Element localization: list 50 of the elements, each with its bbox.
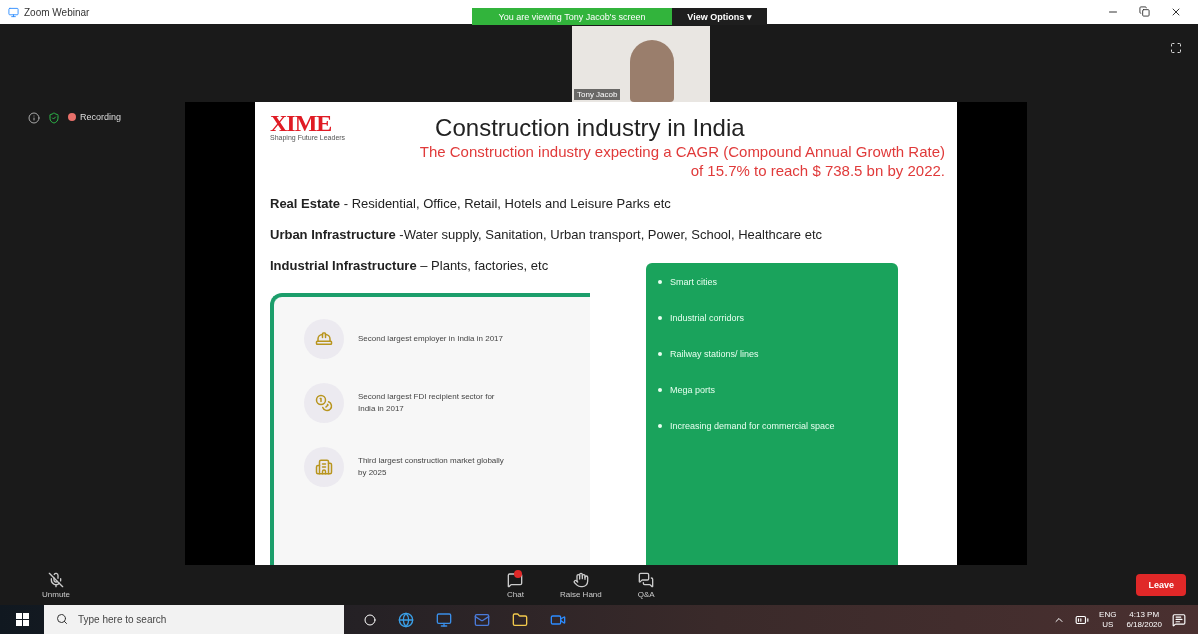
info-icon[interactable] [28,112,40,124]
close-icon[interactable] [1170,6,1182,18]
participant-name: Tony Jacob [574,89,621,100]
sector-line: Urban Infrastructure -Water supply, Sanitation, Urban transport, Power, School, Healthcare etc [270,227,824,242]
highlight-text: Third largest construction market globally by 2025 [358,455,505,479]
share-banner: You are viewing Tony Jacob's screen [472,8,672,25]
windows-logo-icon[interactable] [15,613,29,626]
hand-button[interactable]: Raise Hand [553,571,608,599]
sector-line: Industrial Infrastructure – Plants, factories, etc [270,258,550,273]
window-title: Zoom Webinar [24,6,90,18]
speech-bubble-icon [638,571,655,588]
qa-button[interactable]: Q&A [631,571,661,599]
search-icon [56,613,68,625]
highlight-text: Second largest FDI recipient sector for India in 2017 [358,391,496,415]
opportunity-item: Mega ports [658,385,838,395]
person-silhouette [630,40,674,102]
browser-icon[interactable] [398,611,414,628]
opportunity-item: Smart cities [658,277,838,287]
opportunity-item: Industrial corridors [658,313,838,323]
unmute-button[interactable]: Unmute [36,571,76,599]
view-options-button[interactable]: View Options ▾ [672,8,767,25]
muted-microphone-icon [48,571,64,588]
highlight-text: Second largest employer in India in 2017 [358,333,504,345]
shield-check-icon [48,112,60,124]
slide-subtitle: The Construction industry expecting a CAGR (Compound Annual Growth Rate) [419,142,945,161]
chat-button[interactable]: Chat [501,571,530,599]
leave-button[interactable]: Leave [1136,574,1186,596]
hand-icon [572,571,589,588]
task-view-icon[interactable] [364,613,376,626]
folder-icon[interactable] [512,611,528,628]
slide-subtitle: of 15.7% to reach $ 738.5 bn by 2022. [690,161,945,180]
building-icon [304,447,344,487]
restore-icon[interactable] [1139,6,1150,17]
notifications-icon[interactable] [1172,612,1186,627]
fullscreen-icon[interactable] [1170,42,1182,54]
mail-icon[interactable] [474,611,490,628]
coins-icon [304,383,344,423]
opportunity-item: Increasing demand for commercial space [658,421,838,431]
hard-hat-icon [304,319,344,359]
recording-indicator: Recording [68,112,122,122]
sector-line: Real Estate - Residential, Office, Retail, Hotels and Leisure Parks etc [270,196,672,211]
app-icon [8,6,19,18]
slide-title: Construction industry in India [435,114,745,142]
language-indicator[interactable]: ENG US [1099,609,1117,630]
clock[interactable]: 4:13 PM 6/18/2020 [1126,609,1162,630]
monitor-icon[interactable] [436,611,452,628]
opportunity-item: Railway stations/ lines [658,349,838,359]
logo-text: XIME [270,112,332,134]
taskbar-search-field[interactable]: Type here to search [44,605,344,634]
speech-bubble-icon [507,571,524,588]
